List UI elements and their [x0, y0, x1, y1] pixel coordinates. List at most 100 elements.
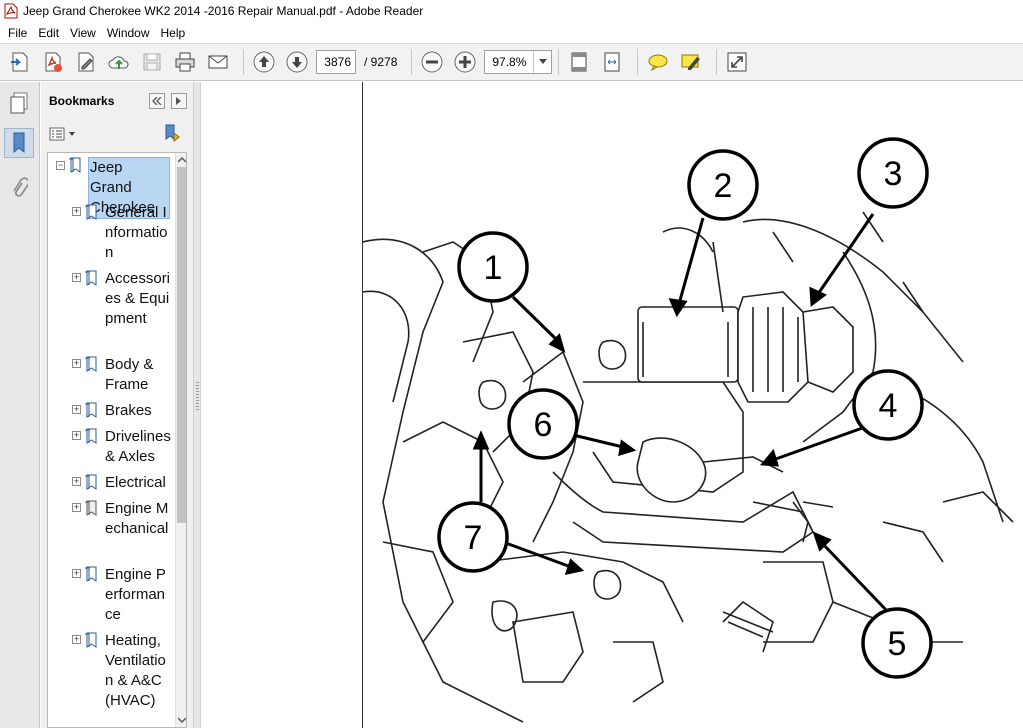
expand-toggle[interactable]: + — [72, 273, 81, 282]
bookmark-icon — [85, 474, 97, 490]
expand-toggle[interactable]: + — [72, 477, 81, 486]
fullscreen-button[interactable] — [723, 48, 751, 76]
expand-toggle[interactable]: + — [72, 635, 81, 644]
expand-toggle[interactable]: + — [72, 431, 81, 440]
chevron-up-icon — [178, 157, 186, 163]
title-bar: Jeep Grand Cherokee WK2 2014 -2016 Repai… — [0, 0, 1023, 22]
bookmark-icon — [85, 632, 97, 648]
print-icon — [175, 52, 195, 72]
collapse-panel-button[interactable] — [149, 93, 165, 109]
bookmark-label: Electrical — [105, 474, 166, 491]
save-button[interactable] — [138, 48, 166, 76]
expand-toggle[interactable]: + — [72, 405, 81, 414]
callout-label: 7 — [464, 519, 483, 557]
bookmark-label: Accessories & Equipment — [105, 270, 171, 327]
expand-toggle[interactable]: + — [72, 503, 81, 512]
zoom-out-icon — [421, 51, 443, 73]
list-options-icon — [49, 127, 65, 141]
previous-page-button[interactable] — [250, 48, 278, 76]
toolbar-separator — [243, 49, 244, 75]
expand-toggle[interactable]: + — [72, 207, 81, 216]
expand-toggle[interactable]: + — [72, 359, 81, 368]
bookmark-label: Drivelines & Axles — [105, 428, 171, 465]
page-number-input[interactable] — [316, 50, 356, 74]
menu-view[interactable]: View — [66, 26, 100, 40]
bookmark-label: Body & Frame — [105, 356, 154, 393]
comment-button[interactable] — [644, 48, 672, 76]
scroll-down-arrow[interactable] — [176, 713, 186, 727]
highlight-icon — [681, 54, 701, 70]
previous-page-icon — [253, 51, 275, 73]
find-bookmark-icon — [165, 124, 180, 143]
cloud-upload-icon — [108, 56, 129, 69]
scroll-up-arrow[interactable] — [176, 153, 186, 167]
edit-icon — [78, 52, 94, 72]
bookmark-icon — [85, 566, 97, 582]
navigation-rail — [0, 82, 40, 728]
callout-label: 3 — [884, 155, 903, 193]
expand-toggle[interactable]: + — [72, 569, 81, 578]
toolbar-separator — [558, 49, 560, 75]
bookmarks-panel: Bookmarks − Jeep Grand Cherokee + Genera… — [41, 82, 193, 728]
save-icon — [143, 53, 161, 71]
export-pdf-button[interactable] — [39, 48, 67, 76]
panel-splitter[interactable] — [193, 82, 201, 728]
cloud-upload-button[interactable] — [105, 48, 133, 76]
page-total: / 9278 — [364, 55, 398, 69]
menu-file[interactable]: File — [4, 26, 31, 40]
bookmark-icon — [85, 428, 97, 444]
menu-edit[interactable]: Edit — [34, 26, 63, 40]
fit-page-button[interactable] — [565, 48, 593, 76]
fit-width-icon — [604, 52, 620, 72]
print-button[interactable] — [171, 48, 199, 76]
bookmarks-tab-button[interactable] — [4, 128, 34, 158]
paperclip-icon — [13, 177, 28, 197]
create-pdf-button[interactable] — [6, 48, 34, 76]
zoom-dropdown-button[interactable] — [533, 51, 551, 73]
callout-label: 5 — [888, 625, 907, 663]
menu-window[interactable]: Window — [103, 26, 154, 40]
attachments-button[interactable] — [4, 174, 34, 204]
zoom-out-button[interactable] — [418, 48, 446, 76]
zoom-in-button[interactable] — [451, 48, 479, 76]
email-button[interactable] — [204, 48, 232, 76]
zoom-in-icon — [454, 51, 476, 73]
highlight-button[interactable] — [677, 48, 705, 76]
fit-width-button[interactable] — [598, 48, 626, 76]
pdf-app-icon — [4, 3, 18, 19]
menu-help[interactable]: Help — [157, 26, 190, 40]
fit-page-icon — [571, 52, 587, 72]
document-view[interactable]: 1 2 3 4 5 6 7 — [202, 82, 1023, 728]
bookmark-label: Heating, Ventilation & A&C (HVAC) — [105, 632, 166, 709]
bookmarks-header: Bookmarks — [41, 82, 193, 120]
bookmark-label: Brakes — [105, 402, 152, 419]
expand-panel-button[interactable] — [171, 93, 187, 109]
scroll-thumb[interactable] — [177, 167, 186, 523]
zoom-select[interactable] — [484, 50, 553, 74]
callout-label: 6 — [534, 406, 553, 444]
zoom-input[interactable] — [485, 51, 534, 73]
options-menu-button[interactable] — [49, 127, 75, 141]
next-page-button[interactable] — [283, 48, 311, 76]
bookmark-icon — [85, 402, 97, 418]
toolbar: / 9278 — [0, 43, 1023, 81]
new-bookmark-button[interactable] — [163, 124, 181, 145]
bookmarks-tree: − Jeep Grand Cherokee + General Informat… — [47, 152, 187, 728]
page-thumbnails-button[interactable] — [4, 88, 34, 118]
bookmark-icon — [85, 270, 97, 286]
collapse-toggle[interactable]: − — [56, 161, 65, 170]
splitter-grip[interactable] — [196, 382, 199, 412]
bookmarks-title: Bookmarks — [49, 94, 115, 108]
bookmarks-scrollbar[interactable] — [175, 153, 186, 727]
chevron-down-icon — [69, 132, 75, 136]
bookmark-icon — [69, 157, 81, 173]
email-icon — [208, 55, 228, 69]
export-pdf-icon — [45, 52, 62, 72]
comment-icon — [648, 54, 668, 72]
bookmark-ribbon-icon — [13, 132, 25, 154]
double-chevron-left-icon — [152, 97, 162, 105]
edit-button[interactable] — [72, 48, 100, 76]
chevron-right-icon — [176, 97, 181, 105]
bookmark-icon — [85, 204, 97, 220]
chevron-down-icon — [538, 59, 547, 64]
